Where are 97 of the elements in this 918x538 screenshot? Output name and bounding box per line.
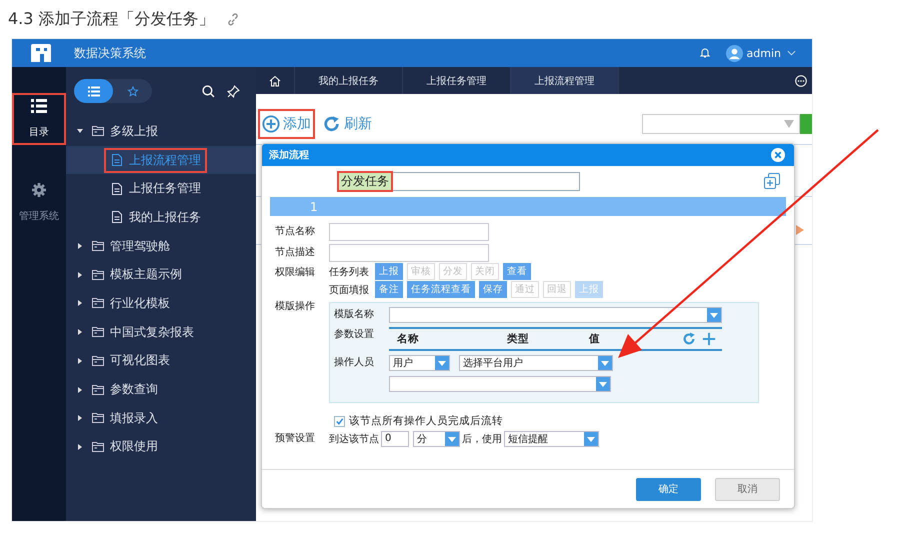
group-label: 页面填报	[329, 284, 369, 296]
check-icon	[335, 416, 344, 426]
tree-item[interactable]: 中国式复杂报表	[66, 318, 256, 346]
cancel-button[interactable]: 取消	[715, 478, 780, 500]
logo-icon	[30, 42, 52, 64]
refresh-icon	[323, 115, 341, 133]
field-label: 节点名称	[275, 224, 316, 239]
caret-right-icon[interactable]	[77, 415, 83, 422]
field-label: 参数设置	[334, 328, 375, 342]
field-label: 权限编辑	[275, 266, 316, 280]
caret-icon	[438, 360, 446, 366]
document-icon	[112, 182, 122, 195]
checkbox[interactable]	[334, 416, 345, 426]
dropdown[interactable]	[389, 307, 722, 323]
caret-right-icon[interactable]	[77, 386, 83, 393]
field-label: 到达该节点	[329, 432, 379, 446]
tree-item[interactable]: 管理驾驶舱	[66, 232, 256, 260]
field-label: 模版操作	[275, 300, 316, 314]
caret-right-icon[interactable]	[77, 300, 83, 306]
section-heading: 4.3 添加子流程「分发任务」	[8, 8, 215, 30]
tree-item[interactable]: 上报流程管理	[66, 146, 256, 174]
caret-right-icon[interactable]	[77, 272, 83, 278]
field-label: 预警设置	[275, 432, 316, 446]
more-icon[interactable]	[795, 74, 807, 86]
number-field[interactable]: 0	[381, 431, 409, 447]
column-header: 名称	[397, 332, 420, 346]
rail-item[interactable]: 目录	[12, 93, 66, 145]
close-icon[interactable]	[771, 148, 785, 162]
caret-right-icon[interactable]	[77, 358, 83, 364]
copy-add-icon[interactable]	[764, 173, 780, 189]
tree-item[interactable]: 权限使用	[66, 432, 256, 462]
rail-item[interactable]: 管理系统	[12, 177, 66, 229]
caret-icon	[448, 436, 456, 442]
folder-icon	[92, 413, 104, 424]
list-icon	[31, 99, 47, 113]
column-header: 值	[589, 332, 601, 346]
tree-item[interactable]: 行业化模板	[66, 289, 256, 318]
caret-right-icon[interactable]	[77, 329, 83, 336]
tree-item[interactable]: 模板主题示例	[66, 260, 256, 290]
refresh-icon[interactable]	[682, 332, 696, 346]
caret-icon	[784, 120, 794, 128]
field-label: 模版名称	[334, 308, 375, 322]
tree-item[interactable]: 填报录入	[66, 404, 256, 433]
tree-item[interactable]: 我的上报任务	[66, 203, 256, 232]
bell-icon[interactable]	[698, 47, 711, 59]
column-header: 类型	[507, 332, 530, 346]
field-label: 后，使用	[462, 432, 502, 446]
plus-circle-icon	[262, 115, 280, 133]
flow-name-field[interactable]: 分发任务	[340, 172, 580, 190]
tree-item[interactable]: 可视化图表	[66, 346, 256, 376]
input-field[interactable]	[329, 223, 489, 241]
caret-icon	[710, 312, 718, 318]
caret-icon	[599, 382, 607, 386]
chevron-down-icon[interactable]	[787, 50, 796, 56]
dropdown[interactable]: 选择平台用户	[459, 355, 613, 371]
tree-item[interactable]: 上报任务管理	[66, 174, 256, 204]
plus-icon[interactable]	[702, 332, 716, 346]
folder-icon	[92, 270, 104, 280]
folder-icon	[92, 327, 104, 338]
home-icon	[269, 74, 281, 86]
folder-icon	[92, 241, 104, 252]
search-icon[interactable]	[202, 84, 215, 98]
dialog-title: 添加流程	[269, 148, 310, 162]
user-name[interactable]: admin	[746, 46, 781, 60]
folder-icon	[92, 298, 104, 308]
app-title: 数据决策系统	[74, 44, 146, 62]
document-icon	[112, 211, 122, 224]
gear-icon	[31, 183, 47, 197]
group-label: 任务列表	[329, 266, 369, 278]
field-label: 操作人员	[334, 356, 375, 370]
caret-icon	[587, 436, 595, 442]
tree-item[interactable]: 多级上报	[66, 117, 256, 146]
view-toggle[interactable]	[74, 79, 113, 103]
folder-icon	[92, 356, 104, 366]
dropdown[interactable]	[389, 376, 611, 392]
field-label: 节点描述	[275, 246, 316, 260]
avatar-icon[interactable]	[726, 44, 743, 62]
caret-right-icon[interactable]	[77, 243, 83, 250]
dropdown[interactable]: 短信提醒	[504, 431, 599, 447]
document-icon	[112, 154, 122, 166]
folder-icon	[92, 126, 104, 136]
input-field[interactable]	[329, 244, 489, 262]
folder-icon	[92, 384, 104, 395]
dropdown[interactable]: 分	[413, 431, 460, 447]
caret-down-icon[interactable]	[77, 128, 83, 134]
folder-icon	[92, 442, 104, 452]
pin-icon[interactable]	[227, 84, 240, 98]
dropdown[interactable]: 用户	[389, 355, 450, 371]
checkbox-label: 该节点所有操作人员完成后流转	[349, 414, 503, 428]
caret-icon	[601, 360, 609, 366]
confirm-button[interactable]: 确定	[636, 478, 701, 500]
list-icon	[88, 86, 100, 96]
triangle-icon	[796, 225, 804, 235]
tree-item[interactable]: 参数查询	[66, 375, 256, 404]
tab[interactable]: 上报流程管理	[511, 67, 619, 94]
caret-right-icon[interactable]	[77, 444, 83, 450]
star-icon	[126, 86, 138, 96]
